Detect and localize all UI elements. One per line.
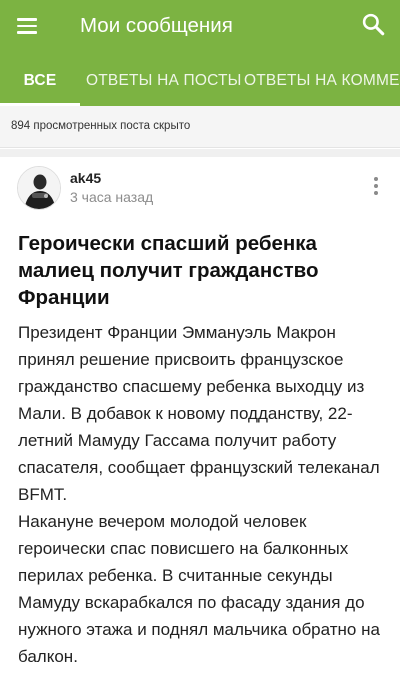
post-paragraph: Накануне вечером молодой человек героиче…: [18, 512, 380, 666]
search-icon[interactable]: [360, 11, 386, 37]
avatar-image: [18, 167, 60, 209]
hidden-posts-text: 894 просмотренных поста скрыто: [11, 120, 191, 132]
tab-post-replies[interactable]: Ответы на посты: [86, 56, 242, 106]
tab-all[interactable]: Все: [0, 56, 80, 106]
tab-bar: Все Ответы на посты Ответы на комментари…: [0, 56, 400, 106]
app-bar: Мои сообщения Все Ответы на посты Ответы…: [0, 0, 400, 106]
post-body[interactable]: Президент Франции Эммануэль Макрон приня…: [18, 319, 390, 670]
tab-comment-replies[interactable]: Ответы на комментарии: [244, 56, 400, 106]
post-time: 3 часа назад: [70, 189, 154, 205]
post-paragraph: Президент Франции Эммануэль Макрон приня…: [18, 323, 380, 504]
post-author[interactable]: ak45: [70, 170, 101, 186]
post-title[interactable]: Героически спасший ребенка малиец получи…: [18, 230, 378, 311]
page-title: Мои сообщения: [80, 14, 233, 37]
more-vertical-icon[interactable]: [365, 175, 387, 197]
hidden-posts-notice[interactable]: 894 просмотренных поста скрыто: [0, 106, 400, 148]
avatar[interactable]: [17, 166, 61, 210]
hamburger-menu-icon[interactable]: [13, 11, 43, 41]
